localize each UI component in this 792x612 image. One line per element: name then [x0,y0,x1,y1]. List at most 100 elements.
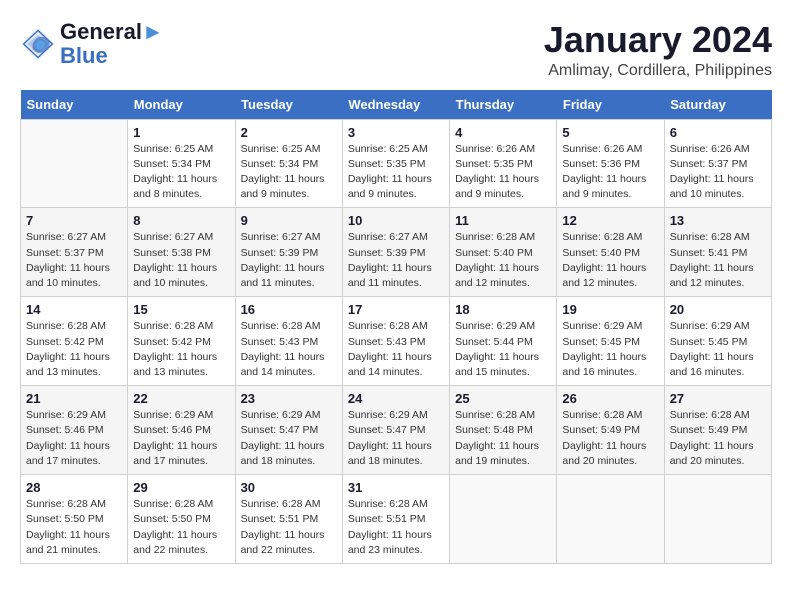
day-info: Sunrise: 6:28 AM Sunset: 5:43 PM Dayligh… [241,319,337,380]
calendar-cell: 15 Sunrise: 6:28 AM Sunset: 5:42 PM Dayli… [128,297,235,386]
day-info: Sunrise: 6:25 AM Sunset: 5:34 PM Dayligh… [241,142,337,203]
day-info: Sunrise: 6:28 AM Sunset: 5:40 PM Dayligh… [562,230,658,291]
day-number: 20 [670,302,766,317]
day-info: Sunrise: 6:27 AM Sunset: 5:37 PM Dayligh… [26,230,122,291]
day-of-week-header: Monday [128,90,235,120]
day-info: Sunrise: 6:27 AM Sunset: 5:38 PM Dayligh… [133,230,229,291]
calendar-cell: 4 Sunrise: 6:26 AM Sunset: 5:35 PM Daylig… [450,119,557,208]
day-number: 7 [26,213,122,228]
calendar-cell: 17 Sunrise: 6:28 AM Sunset: 5:43 PM Dayli… [342,297,449,386]
calendar-cell: 31 Sunrise: 6:28 AM Sunset: 5:51 PM Dayli… [342,475,449,564]
day-info: Sunrise: 6:28 AM Sunset: 5:42 PM Dayligh… [26,319,122,380]
calendar-week-row: 21 Sunrise: 6:29 AM Sunset: 5:46 PM Dayli… [21,386,772,475]
calendar-cell: 14 Sunrise: 6:28 AM Sunset: 5:42 PM Dayli… [21,297,128,386]
calendar-cell: 7 Sunrise: 6:27 AM Sunset: 5:37 PM Daylig… [21,208,128,297]
day-info: Sunrise: 6:27 AM Sunset: 5:39 PM Dayligh… [348,230,444,291]
day-info: Sunrise: 6:28 AM Sunset: 5:41 PM Dayligh… [670,230,766,291]
day-number: 12 [562,213,658,228]
day-info: Sunrise: 6:28 AM Sunset: 5:50 PM Dayligh… [26,497,122,558]
title-section: January 2024 Amlimay, Cordillera, Philip… [544,20,772,80]
day-number: 6 [670,125,766,140]
day-number: 16 [241,302,337,317]
logo: General► Blue [20,20,164,68]
day-info: Sunrise: 6:28 AM Sunset: 5:49 PM Dayligh… [670,408,766,469]
calendar-cell: 26 Sunrise: 6:28 AM Sunset: 5:49 PM Dayli… [557,386,664,475]
day-info: Sunrise: 6:28 AM Sunset: 5:40 PM Dayligh… [455,230,551,291]
calendar-cell: 8 Sunrise: 6:27 AM Sunset: 5:38 PM Daylig… [128,208,235,297]
calendar-cell: 9Sunrise: 6:27 AM Sunset: 5:39 PM Daylig… [235,208,342,297]
calendar-cell [450,475,557,564]
location: Amlimay, Cordillera, Philippines [544,62,772,80]
day-info: Sunrise: 6:29 AM Sunset: 5:46 PM Dayligh… [133,408,229,469]
day-of-week-header: Sunday [21,90,128,120]
day-number: 28 [26,480,122,495]
day-info: Sunrise: 6:28 AM Sunset: 5:48 PM Dayligh… [455,408,551,469]
day-number: 1 [133,125,229,140]
calendar-week-row: 14 Sunrise: 6:28 AM Sunset: 5:42 PM Dayli… [21,297,772,386]
header-row: SundayMondayTuesdayWednesdayThursdayFrid… [21,90,772,120]
day-number: 21 [26,391,122,406]
day-number: 24 [348,391,444,406]
calendar-header: SundayMondayTuesdayWednesdayThursdayFrid… [21,90,772,120]
day-info: Sunrise: 6:28 AM Sunset: 5:49 PM Dayligh… [562,408,658,469]
day-number: 5 [562,125,658,140]
calendar-cell [664,475,771,564]
day-number: 25 [455,391,551,406]
calendar-table: SundayMondayTuesdayWednesdayThursdayFrid… [20,90,772,564]
day-info: Sunrise: 6:29 AM Sunset: 5:44 PM Dayligh… [455,319,551,380]
day-of-week-header: Saturday [664,90,771,120]
day-info: Sunrise: 6:29 AM Sunset: 5:45 PM Dayligh… [670,319,766,380]
day-number: 8 [133,213,229,228]
day-number: 13 [670,213,766,228]
day-number: 9 [241,213,337,228]
day-number: 15 [133,302,229,317]
calendar-cell: 3Sunrise: 6:25 AM Sunset: 5:35 PM Daylig… [342,119,449,208]
day-info: Sunrise: 6:29 AM Sunset: 5:47 PM Dayligh… [241,408,337,469]
day-number: 29 [133,480,229,495]
logo-text: General► Blue [60,20,164,68]
calendar-cell: 28 Sunrise: 6:28 AM Sunset: 5:50 PM Dayli… [21,475,128,564]
calendar-cell: 25 Sunrise: 6:28 AM Sunset: 5:48 PM Dayli… [450,386,557,475]
calendar-cell: 6Sunrise: 6:26 AM Sunset: 5:37 PM Daylig… [664,119,771,208]
day-number: 4 [455,125,551,140]
day-number: 27 [670,391,766,406]
day-info: Sunrise: 6:28 AM Sunset: 5:42 PM Dayligh… [133,319,229,380]
day-number: 3 [348,125,444,140]
calendar-body: 1 Sunrise: 6:25 AM Sunset: 5:34 PM Daylig… [21,119,772,563]
calendar-cell: 12 Sunrise: 6:28 AM Sunset: 5:40 PM Dayli… [557,208,664,297]
day-number: 17 [348,302,444,317]
day-info: Sunrise: 6:29 AM Sunset: 5:46 PM Dayligh… [26,408,122,469]
calendar-cell [557,475,664,564]
calendar-cell: 30Sunrise: 6:28 AM Sunset: 5:51 PM Dayli… [235,475,342,564]
calendar-cell: 13 Sunrise: 6:28 AM Sunset: 5:41 PM Dayli… [664,208,771,297]
day-number: 18 [455,302,551,317]
calendar-cell [21,119,128,208]
day-number: 14 [26,302,122,317]
calendar-cell: 19Sunrise: 6:29 AM Sunset: 5:45 PM Dayli… [557,297,664,386]
day-info: Sunrise: 6:28 AM Sunset: 5:51 PM Dayligh… [348,497,444,558]
calendar-cell: 5 Sunrise: 6:26 AM Sunset: 5:36 PM Daylig… [557,119,664,208]
day-info: Sunrise: 6:28 AM Sunset: 5:43 PM Dayligh… [348,319,444,380]
month-title: January 2024 [544,20,772,60]
calendar-cell: 23 Sunrise: 6:29 AM Sunset: 5:47 PM Dayli… [235,386,342,475]
day-number: 22 [133,391,229,406]
calendar-week-row: 1 Sunrise: 6:25 AM Sunset: 5:34 PM Daylig… [21,119,772,208]
day-info: Sunrise: 6:28 AM Sunset: 5:51 PM Dayligh… [241,497,337,558]
calendar-cell: 21 Sunrise: 6:29 AM Sunset: 5:46 PM Dayli… [21,386,128,475]
calendar-cell: 11Sunrise: 6:28 AM Sunset: 5:40 PM Dayli… [450,208,557,297]
calendar-week-row: 7 Sunrise: 6:27 AM Sunset: 5:37 PM Daylig… [21,208,772,297]
day-number: 2 [241,125,337,140]
calendar-cell: 2 Sunrise: 6:25 AM Sunset: 5:34 PM Daylig… [235,119,342,208]
calendar-cell: 1Sunrise: 6:25 AM Sunset: 5:34 PM Daylig… [128,119,235,208]
calendar-cell: 20 Sunrise: 6:29 AM Sunset: 5:45 PM Dayli… [664,297,771,386]
calendar-cell: 10 Sunrise: 6:27 AM Sunset: 5:39 PM Dayli… [342,208,449,297]
day-number: 31 [348,480,444,495]
day-info: Sunrise: 6:26 AM Sunset: 5:36 PM Dayligh… [562,142,658,203]
day-number: 19 [562,302,658,317]
page-header: General► Blue January 2024 Amlimay, Cord… [20,20,772,80]
day-number: 23 [241,391,337,406]
day-info: Sunrise: 6:26 AM Sunset: 5:35 PM Dayligh… [455,142,551,203]
day-number: 26 [562,391,658,406]
calendar-cell: 22 Sunrise: 6:29 AM Sunset: 5:46 PM Dayli… [128,386,235,475]
day-number: 10 [348,213,444,228]
